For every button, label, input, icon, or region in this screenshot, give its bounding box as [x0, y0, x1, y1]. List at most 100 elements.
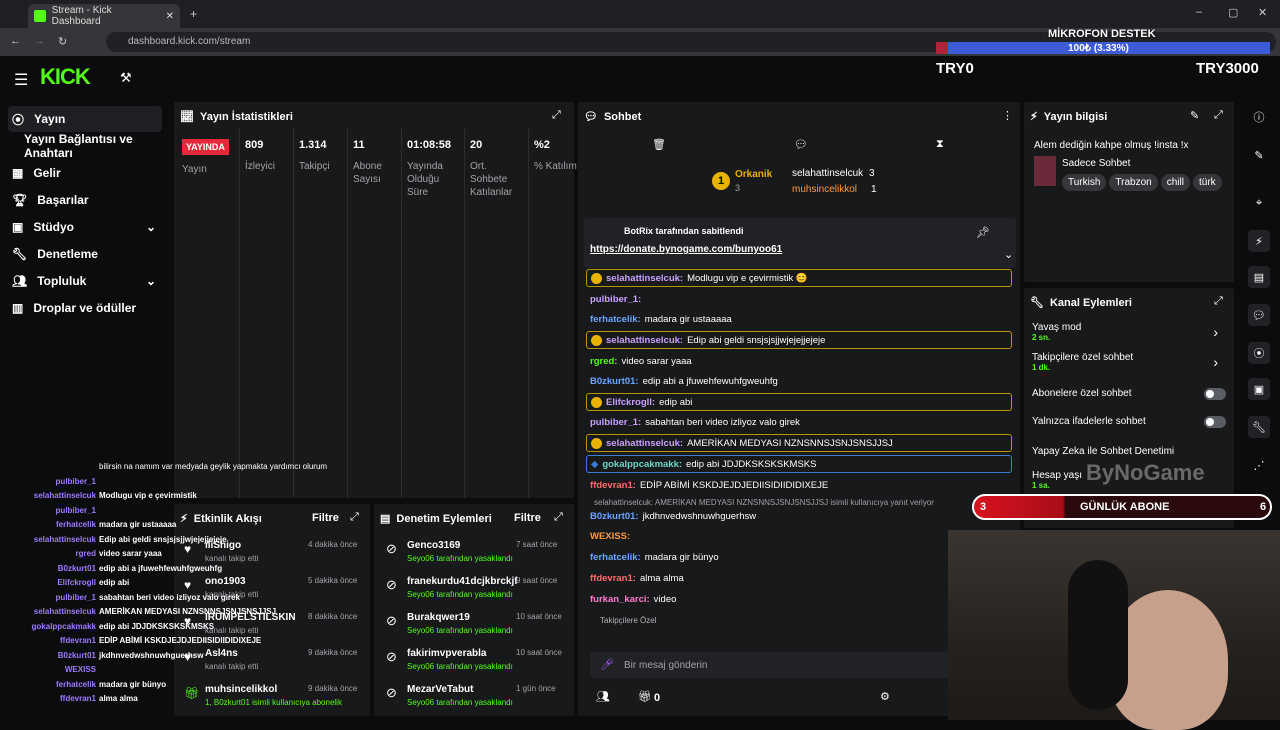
- chat-bubble-icon[interactable]: 💬︎: [794, 138, 808, 151]
- chat-icon[interactable]: 💬︎: [1248, 304, 1270, 326]
- tag[interactable]: chill: [1160, 174, 1190, 191]
- menu-icon[interactable]: ☰: [14, 70, 28, 90]
- doc-icon[interactable]: ▤: [1248, 266, 1270, 288]
- bolt-icon[interactable]: ⚡︎: [1248, 230, 1270, 252]
- tag[interactable]: Trabzon: [1109, 174, 1158, 191]
- share-icon[interactable]: ⋰: [1248, 454, 1270, 476]
- emotes-only-toggle[interactable]: [1204, 416, 1226, 428]
- sidebar-item-studio[interactable]: ▣ Stüdyo ⌄: [8, 214, 162, 240]
- browser-tab[interactable]: Stream - Kick Dashboard ✕: [28, 4, 180, 28]
- reload-icon[interactable]: ↻: [58, 35, 67, 48]
- chat-message[interactable]: B0zkurt01: edip abi a jfuwehfewuhfgweuhfg: [586, 372, 1012, 390]
- chat-username[interactable]: selahattinselcuk:: [606, 335, 683, 346]
- chat-username[interactable]: pulbiber_1:: [590, 294, 641, 305]
- chat-message[interactable]: ferhatcelik: madara gir ustaaaaa: [586, 310, 1012, 328]
- chat-username[interactable]: selahattinselcuk:: [606, 438, 683, 449]
- popout-icon[interactable]: ⤢: [350, 511, 359, 524]
- gift-icon[interactable]: 🎁︎: [638, 690, 652, 703]
- chevron-down-icon[interactable]: ⌄: [1004, 248, 1013, 261]
- moderation-title: Denetim Eylemleri: [396, 512, 492, 525]
- chat-settings-icon[interactable]: ⚙: [880, 690, 890, 703]
- hammer-icon[interactable]: ⚒: [120, 70, 132, 86]
- trash-icon[interactable]: 🗑︎: [652, 138, 666, 151]
- sidebar-item-drops[interactable]: ▥ Droplar ve ödüller: [8, 295, 162, 321]
- sidebar-item-stream[interactable]: ⦿ Yayın: [8, 106, 162, 132]
- chat-username[interactable]: ferhatcelik:: [590, 314, 641, 325]
- chat-username[interactable]: rgred:: [590, 356, 617, 367]
- forward-icon[interactable]: →: [34, 35, 45, 47]
- edit-icon[interactable]: ✎: [1190, 109, 1199, 122]
- close-tab-icon[interactable]: ✕: [166, 11, 174, 22]
- overlay-chat-user: B0zkurt01: [57, 563, 96, 573]
- chat-username[interactable]: pulbiber_1:: [590, 417, 641, 428]
- sidebar-item-revenue[interactable]: ▦ Gelir: [8, 160, 162, 186]
- badge-icon: [591, 334, 602, 346]
- maximize-button[interactable]: ▢: [1228, 6, 1238, 19]
- account-age[interactable]: Hesap yaşı 1 sa.: [1032, 470, 1082, 490]
- focus-icon[interactable]: ⌖: [1248, 192, 1270, 214]
- chat-username[interactable]: ffdevran1:: [590, 573, 636, 584]
- chat-username[interactable]: gokalppcakmakk:: [602, 459, 682, 470]
- sidebar-item-stream-key[interactable]: Yayın Bağlantısı ve Anahtarı: [8, 132, 170, 160]
- chat-message[interactable]: selahattinselcuk: AMERİKAN MEDYASI NZNSNN…: [586, 434, 1012, 452]
- chat-message[interactable]: selahattinselcuk: Edip abi geldi snsjsjsj…: [586, 331, 1012, 349]
- wrench-icon: 🔧︎: [1030, 297, 1044, 309]
- broadcast-icon[interactable]: ⦿: [1248, 342, 1270, 364]
- chat-text: video sarar yaaa: [621, 355, 692, 367]
- broadcast-icon: ⦿: [12, 112, 25, 127]
- layout-icon[interactable]: ▣: [1248, 378, 1270, 400]
- pinned-message[interactable]: BotRix tarafından sabitlendi https://don…: [584, 218, 1016, 268]
- popout-icon[interactable]: ⤢: [554, 511, 563, 524]
- close-window-button[interactable]: ✕: [1258, 6, 1267, 19]
- badge-icon: [591, 437, 602, 449]
- popout-icon[interactable]: ⤢: [1214, 295, 1223, 308]
- sidebar-item-community[interactable]: 👥︎ Topluluk ⌄: [8, 268, 162, 294]
- activity-filter-button[interactable]: Filtre: [312, 512, 339, 524]
- slow-mode[interactable]: Yavaş mod 2 sn. ›: [1032, 322, 1226, 342]
- pinned-link[interactable]: https://donate.bynogame.com/bunyoo61: [590, 244, 782, 255]
- chat-message[interactable]: rgred: video sarar yaaa: [586, 352, 1012, 370]
- new-tab-button[interactable]: +: [190, 7, 197, 21]
- kick-logo[interactable]: KICK: [40, 64, 91, 90]
- chat-username[interactable]: Elifckrogll:: [606, 397, 655, 408]
- chat-message[interactable]: pulbiber_1:: [586, 290, 1012, 308]
- more-icon[interactable]: ⋮: [1002, 109, 1013, 122]
- chat-message[interactable]: ffdevran1: EDİP ABİMİ KSKDJEJDJEDIISIDIID…: [586, 476, 1012, 494]
- info-icon[interactable]: ⓘ: [1248, 106, 1270, 128]
- chat-username[interactable]: WEXISS:: [590, 531, 630, 542]
- ai-moderation[interactable]: Yapay Zeka ile Sohbet Denetimi: [1032, 446, 1174, 457]
- edit-icon[interactable]: ✎: [1248, 144, 1270, 166]
- chat-username[interactable]: ferhatcelik:: [590, 552, 641, 563]
- tag[interactable]: Turkish: [1062, 174, 1107, 191]
- popout-icon[interactable]: ⤢: [552, 109, 561, 122]
- chat-message[interactable]: selahattinselcuk: Modlugu vip e çevirmist…: [586, 269, 1012, 287]
- chat-message[interactable]: ◆ gokalppcakmakk: edip abi JDJDKSKSKSKMSKS: [586, 455, 1012, 473]
- chat-username[interactable]: B0zkurt01:: [590, 376, 639, 387]
- pin-icon[interactable]: 📌︎: [976, 226, 990, 239]
- pinned-by: BotRix tarafından sabitlendi: [624, 226, 744, 236]
- chat-message[interactable]: pulbiber_1: sabahtan beri video izliyoz v…: [586, 413, 1012, 431]
- wrench-icon[interactable]: 🔧︎: [1248, 416, 1270, 438]
- chat-username[interactable]: selahattinselcuk:: [606, 273, 683, 284]
- users-icon[interactable]: 👥︎: [596, 690, 610, 703]
- tag[interactable]: türk: [1192, 174, 1222, 191]
- category-name[interactable]: Sadece Sohbet: [1062, 158, 1130, 169]
- minimize-button[interactable]: –: [1196, 6, 1202, 18]
- popout-icon[interactable]: ⤢: [1214, 109, 1223, 122]
- followers-only-mode[interactable]: Takipçilere özel sohbet 1 dk. ›: [1032, 352, 1226, 372]
- back-icon[interactable]: ←: [10, 35, 21, 47]
- stat-divider: [464, 128, 465, 498]
- moderation-filter-button[interactable]: Filtre: [514, 512, 541, 524]
- mic-icon[interactable]: 🎤︎: [600, 658, 614, 671]
- chat-username[interactable]: furkan_karci:: [590, 594, 650, 605]
- sidebar-item-moderation[interactable]: 🔧︎ Denetleme: [8, 241, 162, 267]
- chat-input[interactable]: 🎤︎ Bir mesaj gönderin: [590, 652, 950, 678]
- chat-message[interactable]: Elifckrogll: edip abi: [586, 393, 1012, 411]
- chat-message[interactable]: B0zkurt01: jkdhnvedwshnuwhguerhsw: [586, 507, 1012, 525]
- chat-username[interactable]: B0zkurt01:: [590, 511, 639, 522]
- subs-only-toggle[interactable]: [1204, 388, 1226, 400]
- badge-icon: [591, 272, 602, 284]
- hourglass-icon[interactable]: ⧗: [936, 138, 944, 151]
- sidebar-item-achievements[interactable]: 🏆︎ Başarılar: [8, 187, 162, 213]
- chat-username[interactable]: ffdevran1:: [590, 480, 636, 491]
